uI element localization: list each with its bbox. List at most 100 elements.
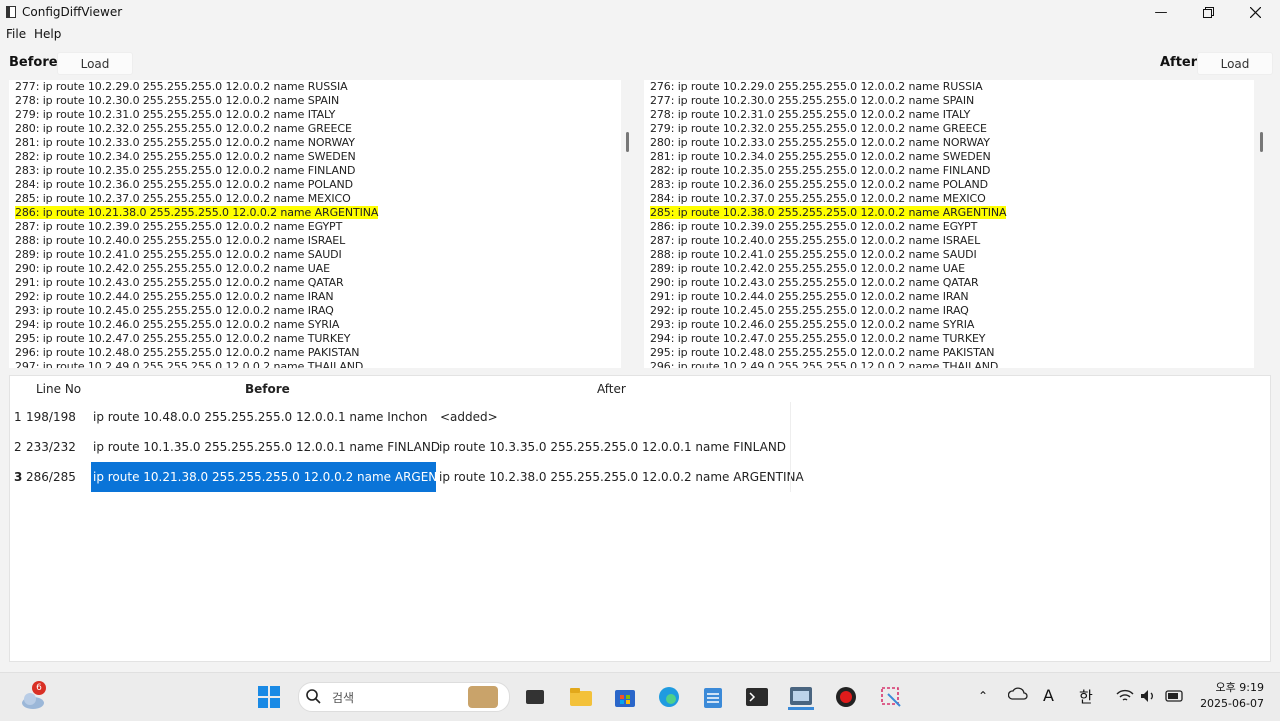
after-load-button[interactable]: Load bbox=[1197, 52, 1273, 75]
code-line: 277: ip route 10.2.29.0 255.255.255.0 12… bbox=[15, 80, 348, 93]
row-after[interactable]: ip route 10.2.38.0 255.255.255.0 12.0.0.… bbox=[439, 462, 804, 492]
code-line: 277: ip route 10.2.30.0 255.255.255.0 12… bbox=[650, 94, 975, 107]
close-button[interactable] bbox=[1232, 0, 1278, 24]
code-line: 286: ip route 10.2.39.0 255.255.255.0 12… bbox=[650, 220, 978, 233]
code-line: 294: ip route 10.2.47.0 255.255.255.0 12… bbox=[650, 332, 986, 345]
code-line: 297: ip route 10.2.49.0 255.255.255.0 12… bbox=[15, 360, 364, 368]
onedrive-icon[interactable] bbox=[1007, 686, 1028, 706]
code-line: 292: ip route 10.2.44.0 255.255.255.0 12… bbox=[15, 290, 334, 303]
window-title: ConfigDiffViewer bbox=[22, 5, 123, 19]
code-line: 291: ip route 10.2.44.0 255.255.255.0 12… bbox=[650, 290, 969, 303]
code-line: 278: ip route 10.2.30.0 255.255.255.0 12… bbox=[15, 94, 340, 107]
close-icon bbox=[1249, 6, 1261, 18]
code-line: 290: ip route 10.2.43.0 255.255.255.0 12… bbox=[650, 276, 979, 289]
clock-time: 오후 9:19 bbox=[1215, 681, 1264, 694]
minimize-button[interactable]: — bbox=[1138, 0, 1184, 24]
code-line: 282: ip route 10.2.34.0 255.255.255.0 12… bbox=[15, 150, 356, 163]
ime-mode-indicator[interactable]: A bbox=[1043, 686, 1054, 705]
row-index: 2 bbox=[14, 440, 22, 454]
table-row[interactable]: 2 233/232 ip route 10.1.35.0 255.255.255… bbox=[10, 432, 791, 462]
restore-button[interactable] bbox=[1185, 0, 1231, 24]
wifi-icon[interactable] bbox=[1116, 688, 1134, 707]
code-line: 288: ip route 10.2.41.0 255.255.255.0 12… bbox=[650, 248, 977, 261]
code-line: 296: ip route 10.2.49.0 255.255.255.0 12… bbox=[650, 360, 999, 368]
code-line: 283: ip route 10.2.36.0 255.255.255.0 12… bbox=[650, 178, 989, 191]
ime-language-indicator[interactable]: 한 bbox=[1079, 686, 1093, 707]
volume-icon[interactable] bbox=[1140, 688, 1156, 707]
search-highlight-icon bbox=[468, 686, 498, 708]
code-line: 283: ip route 10.2.35.0 255.255.255.0 12… bbox=[15, 164, 356, 177]
code-line: 284: ip route 10.2.36.0 255.255.255.0 12… bbox=[15, 178, 354, 191]
code-line-highlighted: 286: ip route 10.21.38.0 255.255.255.0 1… bbox=[15, 206, 379, 219]
after-title: After bbox=[1160, 55, 1198, 70]
clock-date: 2025-06-07 bbox=[1200, 697, 1264, 710]
after-scrollbar[interactable] bbox=[1260, 132, 1263, 152]
menu-file[interactable]: File bbox=[6, 27, 26, 41]
code-line: 282: ip route 10.2.35.0 255.255.255.0 12… bbox=[650, 164, 991, 177]
edge-icon[interactable] bbox=[656, 684, 682, 710]
row-line-no: 286/285 bbox=[26, 470, 76, 484]
row-before[interactable]: ip route 10.48.0.0 255.255.255.0 12.0.0.… bbox=[92, 402, 437, 432]
row-line-no: 233/232 bbox=[26, 440, 76, 454]
before-text-pane[interactable]: 277: ip route 10.2.29.0 255.255.255.0 12… bbox=[9, 80, 621, 368]
code-line: 291: ip route 10.2.43.0 255.255.255.0 12… bbox=[15, 276, 344, 289]
code-line: 287: ip route 10.2.39.0 255.255.255.0 12… bbox=[15, 220, 343, 233]
code-line: 287: ip route 10.2.40.0 255.255.255.0 12… bbox=[650, 234, 981, 247]
column-header-after[interactable]: After bbox=[597, 382, 626, 396]
snipping-tool-icon[interactable] bbox=[878, 684, 904, 710]
row-line-no: 198/198 bbox=[26, 410, 76, 424]
code-line: 293: ip route 10.2.46.0 255.255.255.0 12… bbox=[650, 318, 975, 331]
table-row-selected[interactable]: 3 286/285 ip route 10.21.38.0 255.255.25… bbox=[10, 462, 804, 492]
code-line: 284: ip route 10.2.37.0 255.255.255.0 12… bbox=[650, 192, 986, 205]
code-line: 276: ip route 10.2.29.0 255.255.255.0 12… bbox=[650, 80, 983, 93]
code-line: 295: ip route 10.2.48.0 255.255.255.0 12… bbox=[650, 346, 995, 359]
code-line: 289: ip route 10.2.42.0 255.255.255.0 12… bbox=[650, 262, 965, 275]
code-line: 288: ip route 10.2.40.0 255.255.255.0 12… bbox=[15, 234, 346, 247]
row-before-selected[interactable]: ip route 10.21.38.0 255.255.255.0 12.0.0… bbox=[91, 462, 465, 492]
code-line: 289: ip route 10.2.41.0 255.255.255.0 12… bbox=[15, 248, 342, 261]
taskview-icon[interactable] bbox=[522, 684, 548, 710]
restore-icon bbox=[1202, 6, 1214, 18]
code-line: 280: ip route 10.2.32.0 255.255.255.0 12… bbox=[15, 122, 352, 135]
code-line: 294: ip route 10.2.46.0 255.255.255.0 12… bbox=[15, 318, 340, 331]
code-line: 279: ip route 10.2.32.0 255.255.255.0 12… bbox=[650, 122, 987, 135]
code-line: 290: ip route 10.2.42.0 255.255.255.0 12… bbox=[15, 262, 330, 275]
column-header-before[interactable]: Before bbox=[245, 382, 290, 396]
store-icon[interactable] bbox=[612, 684, 638, 710]
code-line: 281: ip route 10.2.33.0 255.255.255.0 12… bbox=[15, 136, 355, 149]
start-icon[interactable] bbox=[256, 684, 282, 710]
row-index: 3 bbox=[14, 470, 23, 484]
weather-badge: 6 bbox=[32, 681, 46, 695]
row-before[interactable]: ip route 10.1.35.0 255.255.255.0 12.0.0.… bbox=[92, 432, 440, 462]
before-load-button[interactable]: Load bbox=[57, 52, 133, 75]
code-line: 281: ip route 10.2.34.0 255.255.255.0 12… bbox=[650, 150, 991, 163]
before-scrollbar[interactable] bbox=[626, 132, 629, 152]
code-line: 279: ip route 10.2.31.0 255.255.255.0 12… bbox=[15, 108, 336, 121]
terminal-icon[interactable] bbox=[744, 684, 770, 710]
column-header-line-no[interactable]: Line No bbox=[36, 382, 81, 396]
battery-icon[interactable] bbox=[1165, 688, 1185, 707]
menu-help[interactable]: Help bbox=[34, 27, 61, 41]
after-text-pane[interactable]: 276: ip route 10.2.29.0 255.255.255.0 12… bbox=[644, 80, 1254, 368]
search-placeholder: 검색 bbox=[332, 691, 355, 705]
chevron-up-icon[interactable]: ⌃ bbox=[978, 689, 988, 703]
code-line: 293: ip route 10.2.45.0 255.255.255.0 12… bbox=[15, 304, 334, 317]
record-icon[interactable] bbox=[833, 684, 859, 710]
row-after[interactable]: ip route 10.3.35.0 255.255.255.0 12.0.0.… bbox=[439, 432, 786, 462]
notepad-icon[interactable] bbox=[700, 684, 726, 710]
code-line-highlighted: 285: ip route 10.2.38.0 255.255.255.0 12… bbox=[650, 206, 1007, 219]
row-after[interactable]: <added> bbox=[440, 402, 498, 432]
title-bar bbox=[0, 0, 1280, 24]
clock[interactable]: 오후 9:19 2025-06-07 bbox=[1196, 680, 1264, 712]
code-line: 292: ip route 10.2.45.0 255.255.255.0 12… bbox=[650, 304, 969, 317]
app-icon bbox=[6, 6, 16, 18]
file-explorer-icon[interactable] bbox=[568, 684, 594, 710]
code-line: 296: ip route 10.2.48.0 255.255.255.0 12… bbox=[15, 346, 360, 359]
code-line: 285: ip route 10.2.37.0 255.255.255.0 12… bbox=[15, 192, 351, 205]
search-icon bbox=[305, 688, 321, 708]
row-index: 1 bbox=[14, 410, 22, 424]
configdiffviewer-taskbar-icon[interactable] bbox=[788, 684, 814, 710]
table-row[interactable]: 1 198/198 ip route 10.48.0.0 255.255.255… bbox=[10, 402, 791, 432]
code-line: 280: ip route 10.2.33.0 255.255.255.0 12… bbox=[650, 136, 990, 149]
before-title: Before bbox=[9, 55, 58, 70]
